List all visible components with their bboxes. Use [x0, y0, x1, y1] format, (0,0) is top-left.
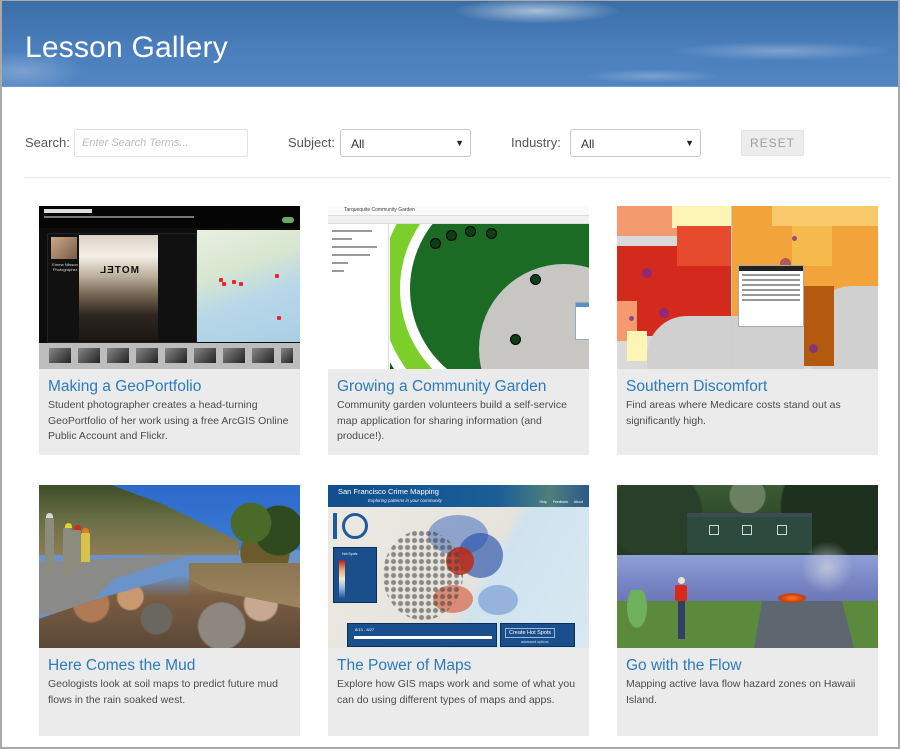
lesson-title-link[interactable]: Southern Discomfort	[626, 377, 869, 396]
industry-select[interactable]: All ▼	[570, 129, 701, 157]
app-subtitle: Exploring patterns in your community	[368, 498, 443, 503]
thumbnail-caption: Emma Nilsson Photographer	[52, 262, 78, 272]
chevron-down-icon: ▼	[455, 138, 464, 148]
map-pin-icon	[277, 316, 281, 320]
lesson-card[interactable]: Southern Discomfort Find areas where Med…	[617, 206, 878, 455]
thumbnail-strip	[39, 343, 300, 369]
lesson-thumbnail[interactable]: Tarquequite Community Garden	[328, 206, 589, 369]
esri-logo-icon	[282, 217, 294, 223]
lesson-thumbnail[interactable]	[39, 485, 300, 648]
subject-label: Subject:	[288, 135, 335, 150]
search-input[interactable]	[74, 129, 248, 157]
lesson-thumbnail[interactable]	[617, 206, 878, 369]
search-label: Search:	[25, 135, 70, 150]
photo: MOTEL	[79, 235, 158, 341]
create-hot-spots-panel: Create Hot Spots advanced options	[500, 623, 575, 647]
app-header: San Francisco Crime Mapping Exploring pa…	[328, 485, 589, 507]
lesson-title-link[interactable]: Making a GeoPortfolio	[48, 377, 291, 396]
lesson-gallery-page: Lesson Gallery Search: Subject: All ▼ In…	[0, 0, 900, 749]
geologist-figure	[675, 577, 689, 642]
filter-bar: Search: Subject: All ▼ Industry: All ▼ R…	[2, 129, 898, 159]
lesson-description: Student photographer creates a head-turn…	[48, 399, 289, 442]
map-pin-icon	[275, 274, 279, 278]
reset-button[interactable]: RESET	[741, 130, 804, 156]
lesson-thumbnail[interactable]: Emma Nilsson Photographer MOTEL	[39, 206, 300, 369]
lesson-description: Explore how GIS maps work and some of wh…	[337, 678, 576, 706]
map-popup	[575, 302, 589, 340]
subject-select-value: All	[351, 137, 365, 151]
house	[687, 513, 812, 553]
map-popup	[738, 265, 804, 327]
lesson-title-link[interactable]: Here Comes the Mud	[48, 656, 291, 675]
chevron-down-icon: ▼	[685, 138, 694, 148]
thumbnail-heading: Tarquequite Community Garden	[344, 207, 415, 213]
filter-divider	[24, 177, 890, 178]
zoom-slider	[333, 513, 337, 539]
lesson-card[interactable]: Tarquequite Community Garden Growing a C…	[328, 206, 589, 455]
lesson-thumbnail[interactable]: San Francisco Crime Mapping Exploring pa…	[328, 485, 589, 648]
lesson-card[interactable]: San Francisco Crime Mapping Exploring pa…	[328, 485, 589, 736]
lesson-title-link[interactable]: The Power of Maps	[337, 656, 580, 675]
map-pin-icon	[222, 282, 226, 286]
industry-select-value: All	[581, 137, 595, 151]
hotspot-legend: Hot Spots	[333, 547, 377, 603]
app-title: San Francisco Crime Mapping	[338, 487, 439, 496]
lesson-description: Geologists look at soil maps to predict …	[48, 678, 278, 706]
pan-control-icon	[342, 513, 368, 539]
lesson-description: Find areas where Medicare costs stand ou…	[626, 399, 841, 427]
subject-select[interactable]: All ▼	[340, 129, 471, 157]
app-links: Help Feedback About	[539, 500, 583, 504]
map-pin-icon	[232, 280, 236, 284]
garden-plan-map	[390, 224, 589, 369]
map-pane	[197, 230, 300, 342]
lesson-card[interactable]: Go with the Flow Mapping active lava flo…	[617, 485, 878, 736]
page-title: Lesson Gallery	[25, 31, 228, 64]
header-banner: Lesson Gallery	[2, 1, 898, 87]
lesson-card[interactable]: Emma Nilsson Photographer MOTEL Making a…	[39, 206, 300, 455]
map-left-pane	[617, 206, 731, 369]
lesson-description: Community garden volunteers build a self…	[337, 399, 567, 442]
avatar	[51, 237, 77, 259]
lesson-thumbnail[interactable]	[617, 485, 878, 648]
time-slider: 8/13 - 8/27	[347, 623, 497, 647]
lesson-title-link[interactable]: Go with the Flow	[626, 656, 869, 675]
thumbnail-header	[39, 206, 300, 228]
lesson-card[interactable]: Here Comes the Mud Geologists look at so…	[39, 485, 300, 736]
lesson-title-link[interactable]: Growing a Community Garden	[337, 377, 580, 396]
industry-label: Industry:	[511, 135, 561, 150]
map-pin-icon	[239, 282, 243, 286]
lesson-description: Mapping active lava flow hazard zones on…	[626, 678, 856, 706]
